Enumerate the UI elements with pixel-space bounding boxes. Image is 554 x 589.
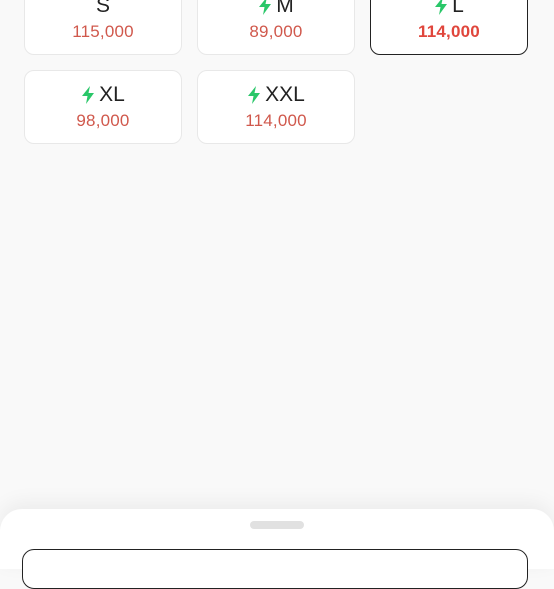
size-price: 115,000	[72, 22, 134, 41]
size-label: XXL	[265, 83, 305, 106]
size-price: 114,000	[418, 22, 480, 41]
size-label: L	[452, 0, 464, 17]
size-row: XXL	[247, 82, 305, 108]
lightning-bolt-icon	[82, 86, 95, 104]
lightning-bolt-icon	[259, 0, 272, 15]
size-price: 114,000	[245, 111, 307, 130]
size-price: 89,000	[249, 22, 303, 41]
size-option-m[interactable]: M 89,000	[197, 0, 355, 55]
bottom-sheet-field[interactable]	[22, 549, 528, 589]
size-label: S	[95, 0, 110, 17]
size-option-xl[interactable]: XL 98,000	[24, 70, 182, 144]
size-row: M	[258, 0, 294, 19]
lightning-bolt-icon	[248, 86, 261, 104]
size-option-xxl[interactable]: XXL 114,000	[197, 70, 355, 144]
size-row: L	[434, 0, 464, 19]
size-row: XL	[81, 82, 125, 108]
bottom-sheet	[0, 509, 554, 589]
size-label: XL	[99, 83, 125, 106]
size-price: 98,000	[76, 111, 130, 130]
size-option-s[interactable]: S 115,000	[24, 0, 182, 55]
sheet-drag-handle[interactable]	[250, 521, 304, 529]
lightning-bolt-icon	[435, 0, 448, 15]
size-label: M	[276, 0, 294, 17]
size-option-l[interactable]: L 114,000	[370, 0, 528, 55]
size-row: S	[96, 0, 110, 19]
